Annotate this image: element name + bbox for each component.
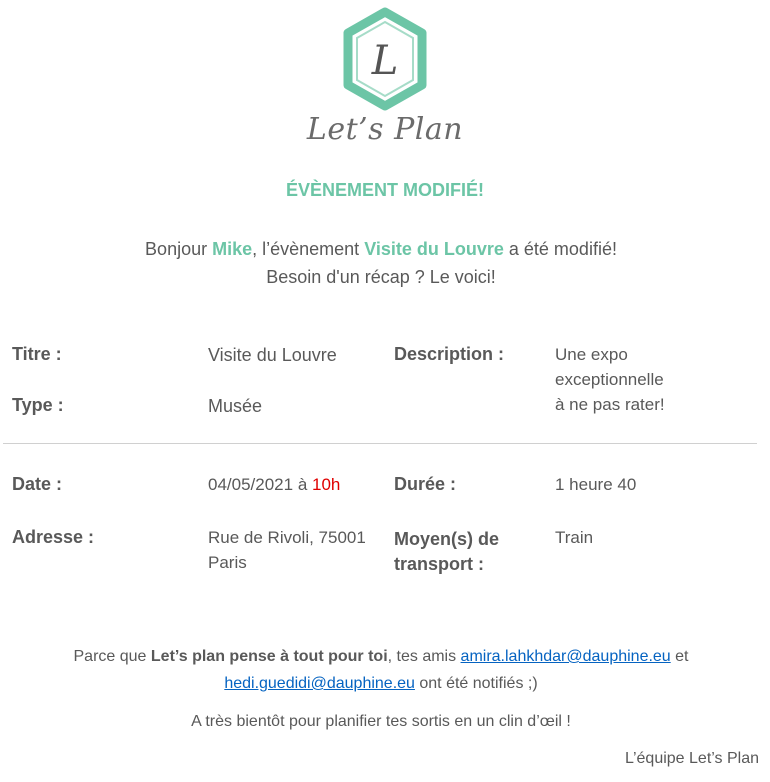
duration-value: 1 heure 40 bbox=[555, 475, 637, 494]
intro-middle: , l’évènement bbox=[252, 239, 365, 259]
intro-recap: Besoin d'un récap ? Le voici! bbox=[266, 267, 496, 287]
address-value: Rue de Rivoli, 75001 Paris bbox=[208, 525, 366, 575]
title-label: Titre : bbox=[12, 344, 62, 364]
description-line: exceptionnelle bbox=[555, 370, 664, 389]
footer-text: , tes amis bbox=[387, 648, 461, 665]
description-line: à ne pas rater! bbox=[555, 395, 665, 414]
description-line: Une expo bbox=[555, 345, 628, 364]
intro-end: a été modifié! bbox=[503, 239, 617, 259]
footer-text: et bbox=[670, 648, 689, 665]
svg-text:L: L bbox=[371, 38, 399, 84]
notification-message: Parce que Let’s plan pense à tout pour t… bbox=[0, 643, 762, 697]
footer-highlight: Let’s plan pense à tout pour toi bbox=[150, 648, 388, 665]
page-title: ÉVÈNEMENT MODIFIÉ! bbox=[285, 180, 484, 200]
time-value: 10h bbox=[312, 475, 341, 494]
date-text: 04/05/2021 bbox=[208, 475, 294, 494]
type-label: Type : bbox=[12, 395, 64, 415]
email-link-hedi[interactable]: hedi.guedidi@dauphine.eu bbox=[224, 675, 415, 692]
type-value: Musée bbox=[208, 396, 263, 416]
intro-greeting: Bonjour bbox=[145, 239, 213, 259]
description-value: Une expo exceptionnelle à ne pas rater! bbox=[555, 342, 665, 417]
date-label: Date : bbox=[12, 474, 63, 494]
address-label: Adresse : bbox=[12, 527, 95, 547]
date-value: 04/05/2021 à 10h bbox=[208, 472, 340, 497]
duration-label: Durée : bbox=[394, 474, 457, 494]
transport-label: Moyen(s) de transport : bbox=[394, 527, 499, 577]
event-name: Visite du Louvre bbox=[364, 239, 504, 259]
email-link-amira[interactable]: amira.lahkhdar@dauphine.eu bbox=[461, 648, 671, 665]
logo: L Let’s Plan bbox=[0, 0, 770, 147]
transport-label-line: transport : bbox=[394, 554, 484, 574]
user-name: Mike bbox=[212, 239, 253, 259]
footer-text: Parce que bbox=[73, 648, 151, 665]
address-line: Paris bbox=[208, 553, 247, 572]
signature: L’équipe Let’s Plan bbox=[624, 750, 759, 767]
intro-message: Bonjour Mike, l’évènement Visite du Louv… bbox=[0, 235, 762, 291]
lets-plan-logo-icon: L bbox=[343, 7, 427, 111]
closing-message: A très bientôt pour planifier tes sortis… bbox=[191, 713, 571, 730]
address-line: Rue de Rivoli, 75001 bbox=[208, 528, 366, 547]
footer-text: ont été notifiés ;) bbox=[414, 675, 538, 692]
transport-label-line: Moyen(s) de bbox=[394, 529, 500, 549]
title-value: Visite du Louvre bbox=[208, 345, 337, 365]
brand-name: Let’s Plan bbox=[306, 112, 464, 147]
divider bbox=[3, 443, 757, 444]
date-separator: à bbox=[293, 475, 312, 494]
transport-value: Train bbox=[555, 528, 594, 547]
description-label: Description : bbox=[394, 344, 505, 364]
